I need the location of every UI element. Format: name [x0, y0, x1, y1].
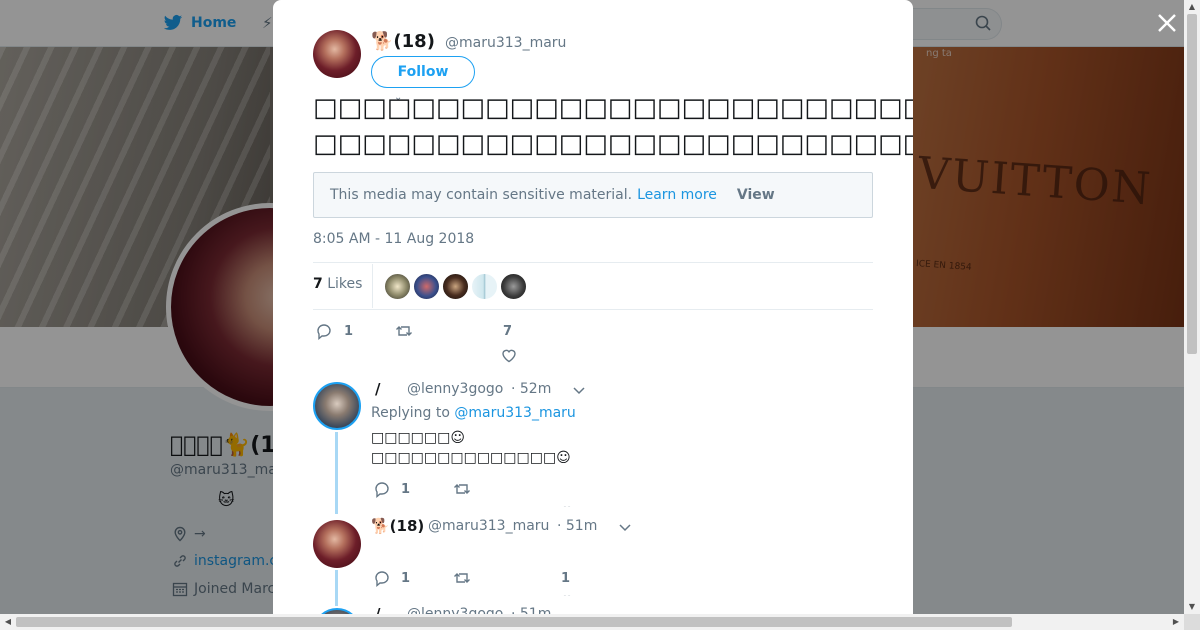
- learn-more-link[interactable]: Learn more: [637, 187, 717, 203]
- like-heart-icon[interactable]: [500, 346, 518, 364]
- retweet-icon[interactable]: [395, 322, 413, 340]
- reply-author-name[interactable]: /: [375, 605, 380, 614]
- thread-line: [335, 570, 338, 606]
- like-heart-icon[interactable]: [560, 592, 574, 596]
- reply-text-line-2: □□□□□□□□□□□□□□☺: [371, 450, 571, 466]
- chevron-down-icon[interactable]: [618, 520, 632, 534]
- replying-to-handle[interactable]: @maru313_maru: [454, 405, 575, 421]
- tweet-author-avatar[interactable]: [313, 30, 361, 78]
- liker-avatar[interactable]: [384, 273, 411, 300]
- reply-author-name[interactable]: /: [375, 380, 380, 398]
- sensitive-media-notice: This media may contain sensitive materia…: [313, 172, 873, 218]
- tweet-text-line-1: □□□□□□□□□□□□□□□□□□□□□□□□□□□□□□□□□□□□□□□□…: [313, 93, 913, 123]
- vertical-scrollbar-thumb[interactable]: [1187, 14, 1197, 354]
- view-media-button[interactable]: View: [737, 187, 775, 203]
- reply-icon[interactable]: [373, 569, 391, 587]
- thread-line: [335, 432, 338, 514]
- reply-time[interactable]: · 51m: [511, 606, 551, 614]
- reply-author-handle[interactable]: @lenny3gogo: [407, 381, 503, 397]
- horizontal-scrollbar[interactable]: ◀ ▶: [0, 614, 1184, 630]
- reply-text: □□□□□□☺ □□□□□□□□□□□□□□☺: [371, 428, 571, 468]
- tweet-author-name[interactable]: 🐕(18): [371, 31, 435, 52]
- follow-button[interactable]: Follow: [371, 56, 475, 88]
- reply-author-handle[interactable]: @lenny3gogo: [407, 606, 503, 614]
- liker-avatar[interactable]: [442, 273, 469, 300]
- reply-count: 1: [401, 571, 411, 586]
- likes-stat[interactable]: 7 Likes: [313, 276, 362, 292]
- reply-author-name[interactable]: 🐕(18): [371, 517, 424, 535]
- horizontal-scrollbar-thumb[interactable]: [16, 617, 1012, 627]
- reply-icon[interactable]: [373, 480, 391, 498]
- close-icon: [1158, 14, 1176, 32]
- vertical-scrollbar[interactable]: ▲ ▼: [1184, 0, 1200, 614]
- scroll-up-arrow-icon[interactable]: ▲: [1184, 0, 1200, 14]
- reply-time[interactable]: · 51m: [557, 518, 597, 534]
- retweet-icon[interactable]: [453, 569, 471, 587]
- divider: [313, 309, 873, 310]
- like-count: 7: [503, 324, 513, 339]
- scrollbar-corner: [1184, 614, 1200, 630]
- reply-author-avatar[interactable]: [313, 520, 361, 568]
- scroll-down-arrow-icon[interactable]: ▼: [1184, 600, 1200, 614]
- sensitive-media-text: This media may contain sensitive materia…: [330, 187, 633, 203]
- scroll-left-arrow-icon[interactable]: ◀: [0, 614, 16, 630]
- reply-author-handle[interactable]: @maru313_maru: [428, 518, 549, 534]
- likes-separator: [372, 264, 373, 308]
- likes-stat-label: Likes: [327, 276, 363, 292]
- reply-time[interactable]: · 52m: [511, 381, 551, 397]
- reply-author-avatar[interactable]: [313, 382, 361, 430]
- liker-avatar[interactable]: [413, 273, 440, 300]
- tweet-timestamp[interactable]: 8:05 AM - 11 Aug 2018: [313, 231, 474, 247]
- replying-to-prefix: Replying to: [371, 405, 450, 421]
- close-modal-button[interactable]: [1154, 10, 1180, 36]
- liker-avatar[interactable]: [471, 273, 498, 300]
- reply-count: 1: [344, 324, 354, 339]
- retweet-icon[interactable]: [453, 480, 471, 498]
- chevron-down-icon[interactable]: [572, 383, 586, 397]
- reply-text-line-1: □□□□□□☺: [371, 430, 465, 446]
- reply-count: 1: [401, 482, 411, 497]
- tweet-text: □□□□□□□□□□□□□□□□□□□□□□□□ □□□□□□□□□□□□□□□□…: [313, 90, 913, 162]
- reply-icon[interactable]: [315, 322, 333, 340]
- like-count: 1: [561, 571, 571, 586]
- scroll-right-arrow-icon[interactable]: ▶: [1168, 614, 1184, 630]
- replying-to: Replying to @maru313_maru: [371, 405, 576, 421]
- tweet-author-handle[interactable]: @maru313_maru: [445, 35, 566, 51]
- tweet-modal: 🐕(18) @maru313_maru Follow ⌄ □□□□□□□□□□□…: [273, 0, 913, 614]
- like-heart-icon[interactable]: [560, 503, 574, 507]
- tweet-text-line-2: □□□□□□□□□□□□□□□□□□□□□□□□□□□□□□□□□□2□□□□□…: [313, 129, 913, 159]
- divider: [313, 262, 873, 263]
- likes-stat-number: 7: [313, 276, 323, 292]
- liker-avatar[interactable]: [500, 273, 527, 300]
